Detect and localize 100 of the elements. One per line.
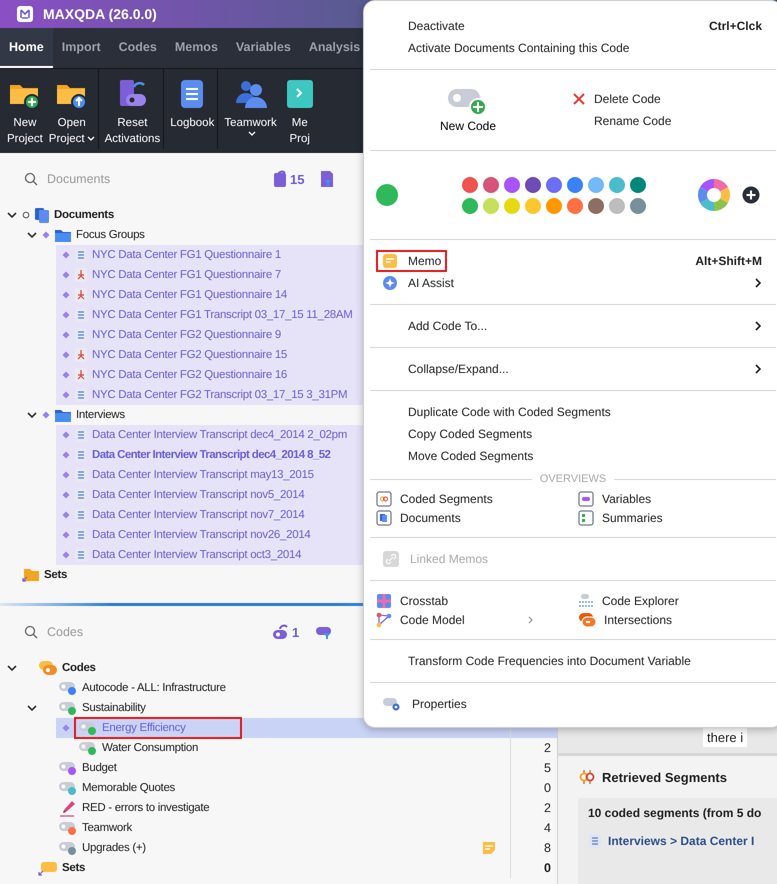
tree-item[interactable]: Data Center Interview Transcript dec4_2014 2_02pm [92, 429, 348, 441]
menu-item[interactable]: Add Code To... [364, 315, 777, 337]
color-swatch[interactable] [483, 198, 499, 214]
menu-item[interactable]: Variables [578, 489, 777, 508]
chevron-right-icon [528, 616, 534, 624]
code-item[interactable]: Autocode - ALL: Infrastructure [82, 682, 226, 694]
color-swatch[interactable] [630, 198, 646, 214]
text-document-icon [74, 527, 88, 543]
text-document-icon [74, 247, 88, 263]
text-document-icon [74, 327, 88, 343]
tree-item[interactable]: Data Center Interview Transcript oct3_2014 [92, 549, 302, 561]
search-field[interactable]: Documents [45, 171, 229, 187]
code-item[interactable]: Upgrades (+) [82, 842, 146, 854]
menu-item[interactable]: Duplicate Code with Coded Segments [364, 401, 777, 423]
color-swatch[interactable] [609, 176, 625, 192]
menu-item[interactable]: Copy Coded Segments [364, 423, 777, 445]
ribbon-tab[interactable]: Home [0, 28, 53, 68]
menu-item[interactable]: Move Coded Segments [364, 445, 777, 467]
ribbon-tab[interactable]: Codes [110, 28, 166, 68]
code-item[interactable]: Sets [62, 862, 86, 874]
color-swatch[interactable] [546, 198, 562, 214]
coded-segment-count: 8 [544, 841, 551, 855]
menu-item[interactable]: Collapse/Expand... [364, 358, 777, 380]
chevron-right-icon [754, 364, 762, 374]
filter-icon[interactable] [315, 624, 334, 640]
menu-item[interactable]: Documents [376, 508, 578, 527]
activated-documents-button[interactable]: 15 [266, 169, 310, 189]
menu-item[interactable]: Properties [364, 693, 777, 715]
color-swatch[interactable] [567, 176, 583, 192]
close-icon [572, 92, 586, 106]
tree-item[interactable]: Data Center Interview Transcript dec4_2014 8_52 [92, 449, 330, 461]
pdf-document-icon [74, 367, 88, 383]
sparkle-icon [382, 275, 398, 291]
color-swatch[interactable] [567, 198, 583, 214]
coded-segments-icon [578, 768, 596, 786]
menu-item[interactable]: Crosstab [376, 591, 578, 610]
tree-item[interactable]: Sets [44, 569, 68, 581]
color-swatch[interactable] [462, 198, 478, 214]
ribbon-tab[interactable]: Variables [226, 28, 300, 68]
color-swatch[interactable] [609, 198, 625, 214]
code-item[interactable]: Water Consumption [102, 742, 198, 754]
menu-item[interactable]: Intersections [578, 610, 777, 629]
color-swatch[interactable] [525, 198, 541, 214]
code-tag-icon [272, 624, 290, 640]
menu-item[interactable]: Code Explorer [578, 591, 777, 610]
color-swatch[interactable] [588, 176, 604, 192]
ribbon-button[interactable]: Reset Activations [102, 69, 164, 149]
ribbon-tab[interactable]: Import [52, 28, 110, 68]
color-swatch[interactable] [546, 176, 562, 192]
memo-menu-item[interactable]: Memo Alt+Shift+M [364, 250, 777, 272]
ribbon-button[interactable]: Open Project [46, 69, 99, 149]
text-document-icon [74, 487, 88, 503]
color-swatch[interactable] [504, 176, 520, 192]
code-item[interactable]: Codes [62, 662, 96, 674]
color-swatch[interactable] [630, 176, 646, 192]
activated-codes-button[interactable]: 1 [266, 623, 306, 641]
color-swatch[interactable] [588, 198, 604, 214]
ribbon-tab[interactable]: Memos [166, 28, 227, 68]
code-item[interactable]: Memorable Quotes [82, 782, 175, 794]
code-item[interactable]: Budget [82, 762, 117, 774]
add-color-icon[interactable] [742, 186, 760, 204]
tree-item[interactable]: Interviews [76, 409, 125, 421]
link-icon [382, 550, 400, 568]
menu-item[interactable]: Summaries [578, 508, 777, 527]
tree-item[interactable]: Data Center Interview Transcript nov7_2014 [92, 509, 304, 521]
tree-item[interactable]: Focus Groups [76, 229, 145, 241]
search-icon [24, 172, 38, 186]
ribbon-button[interactable]: Me Proj [280, 69, 320, 147]
app-logo-icon [16, 5, 34, 23]
ribbon-button[interactable]: New Project [4, 69, 46, 147]
code-item[interactable]: RED - errors to investigate [82, 802, 210, 814]
color-swatch[interactable] [504, 198, 520, 214]
color-swatch[interactable] [525, 176, 541, 192]
code-item[interactable]: Sustainability [82, 702, 146, 714]
filter-icon[interactable] [320, 170, 334, 188]
documents-icon [34, 207, 50, 223]
text-document-icon [74, 467, 88, 483]
color-swatch[interactable] [462, 176, 478, 192]
color-swatch[interactable] [483, 176, 499, 192]
color-wheel-icon[interactable] [698, 179, 730, 211]
rename-code-item[interactable]: Rename Code [572, 114, 672, 128]
summaries-overview-icon [578, 510, 594, 526]
ribbon-button[interactable]: Teamwork [221, 69, 280, 137]
ribbon-button[interactable]: Logbook [167, 69, 218, 149]
sets-folder-icon [22, 567, 40, 583]
menu-item[interactable]: Code Model [376, 610, 578, 629]
search-field[interactable]: Codes [45, 624, 229, 640]
segments-overview-icon [376, 490, 392, 506]
new-code-button[interactable]: New Code [364, 87, 572, 133]
document-path-link[interactable]: Interviews > Data Center I [608, 834, 754, 848]
delete-code-item[interactable]: Delete Code [572, 92, 672, 106]
tree-item[interactable]: Data Center Interview Transcript nov5_2014 [92, 489, 304, 501]
coded-segment-count: 2 [544, 741, 551, 755]
code-item[interactable]: Teamwork [82, 822, 132, 834]
menu-item[interactable]: AI Assist [364, 272, 777, 294]
tree-item[interactable]: Documents [54, 209, 114, 221]
chevron-right-icon [754, 278, 762, 288]
documents-icon [272, 170, 288, 188]
menu-item[interactable]: Coded Segments [376, 489, 578, 508]
menu-item[interactable]: Transform Code Frequencies into Document Variable [364, 650, 777, 672]
